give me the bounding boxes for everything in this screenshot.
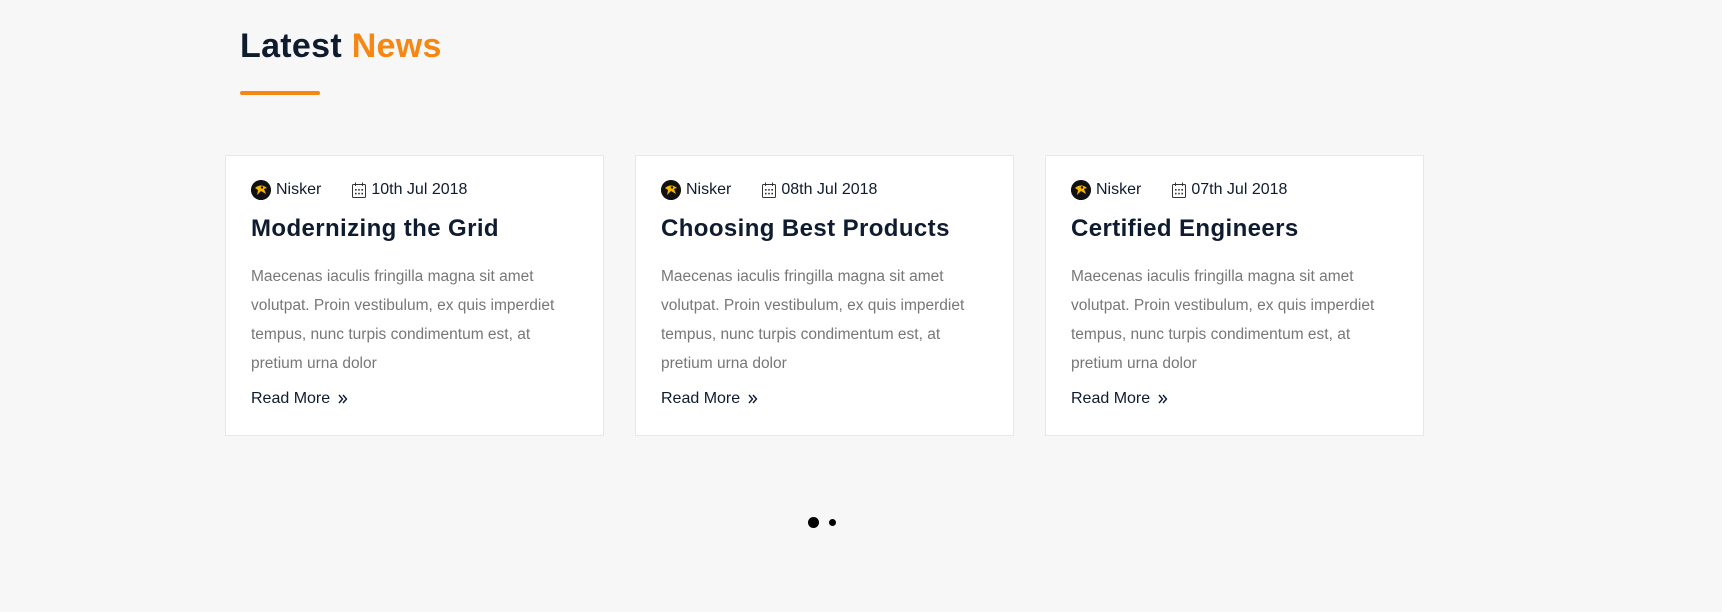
card-meta: Nisker 08th Jul 2018 [661,178,988,202]
card-title[interactable]: Certified Engineers [1071,214,1398,244]
author-name: Nisker [1096,181,1142,198]
calendar-icon [351,182,367,199]
author-name: Nisker [276,181,322,198]
date-text: 10th Jul 2018 [371,181,468,198]
card-excerpt: Maecenas iaculis fringilla magna sit ame… [251,268,555,372]
post-date: 07th Jul 2018 [1171,181,1287,199]
section-title-main: Latest [240,27,342,65]
double-chevron-right-icon [748,394,758,404]
date-text: 08th Jul 2018 [781,181,878,198]
author[interactable]: Nisker [1071,180,1141,200]
card-meta: Nisker 10th Jul 2018 [251,178,578,202]
read-more-label: Read More [661,390,741,407]
read-more-link[interactable]: Read More [251,390,348,408]
news-card: Nisker 10th Jul 2018 Modernizing the Gri… [225,155,604,436]
calendar-icon [1171,182,1187,199]
read-more-link[interactable]: Read More [661,390,758,408]
post-date: 08th Jul 2018 [761,181,877,199]
read-more-label: Read More [1071,390,1151,407]
read-more-link[interactable]: Read More [1071,390,1168,408]
card-excerpt: Maecenas iaculis fringilla magna sit ame… [1071,268,1375,372]
card-excerpt: Maecenas iaculis fringilla magna sit ame… [661,268,965,372]
carousel-dot-1[interactable] [808,517,819,528]
author-name: Nisker [686,181,732,198]
card-title[interactable]: Choosing Best Products [661,214,988,244]
author[interactable]: Nisker [251,180,321,200]
author-avatar-icon [661,180,681,200]
post-date: 10th Jul 2018 [351,181,467,199]
author-avatar-icon [1071,180,1091,200]
double-chevron-right-icon [338,394,348,404]
news-card: Nisker 07th Jul 2018 Certified Engineers… [1045,155,1424,436]
double-chevron-right-icon [1158,394,1168,404]
title-underline [240,91,320,95]
section-title-accent: News [351,27,442,65]
author-avatar-icon [251,180,271,200]
date-text: 07th Jul 2018 [1191,181,1288,198]
card-meta: Nisker 07th Jul 2018 [1071,178,1398,202]
news-card-list: Nisker 10th Jul 2018 Modernizing the Gri… [225,155,1424,436]
news-card: Nisker 08th Jul 2018 Choosing Best Produ… [635,155,1014,436]
carousel-pagination [808,517,836,528]
author[interactable]: Nisker [661,180,731,200]
card-title[interactable]: Modernizing the Grid [251,214,578,244]
calendar-icon [761,182,777,199]
read-more-label: Read More [251,390,331,407]
carousel-dot-2[interactable] [829,519,836,526]
section-title: Latest News [240,22,442,70]
